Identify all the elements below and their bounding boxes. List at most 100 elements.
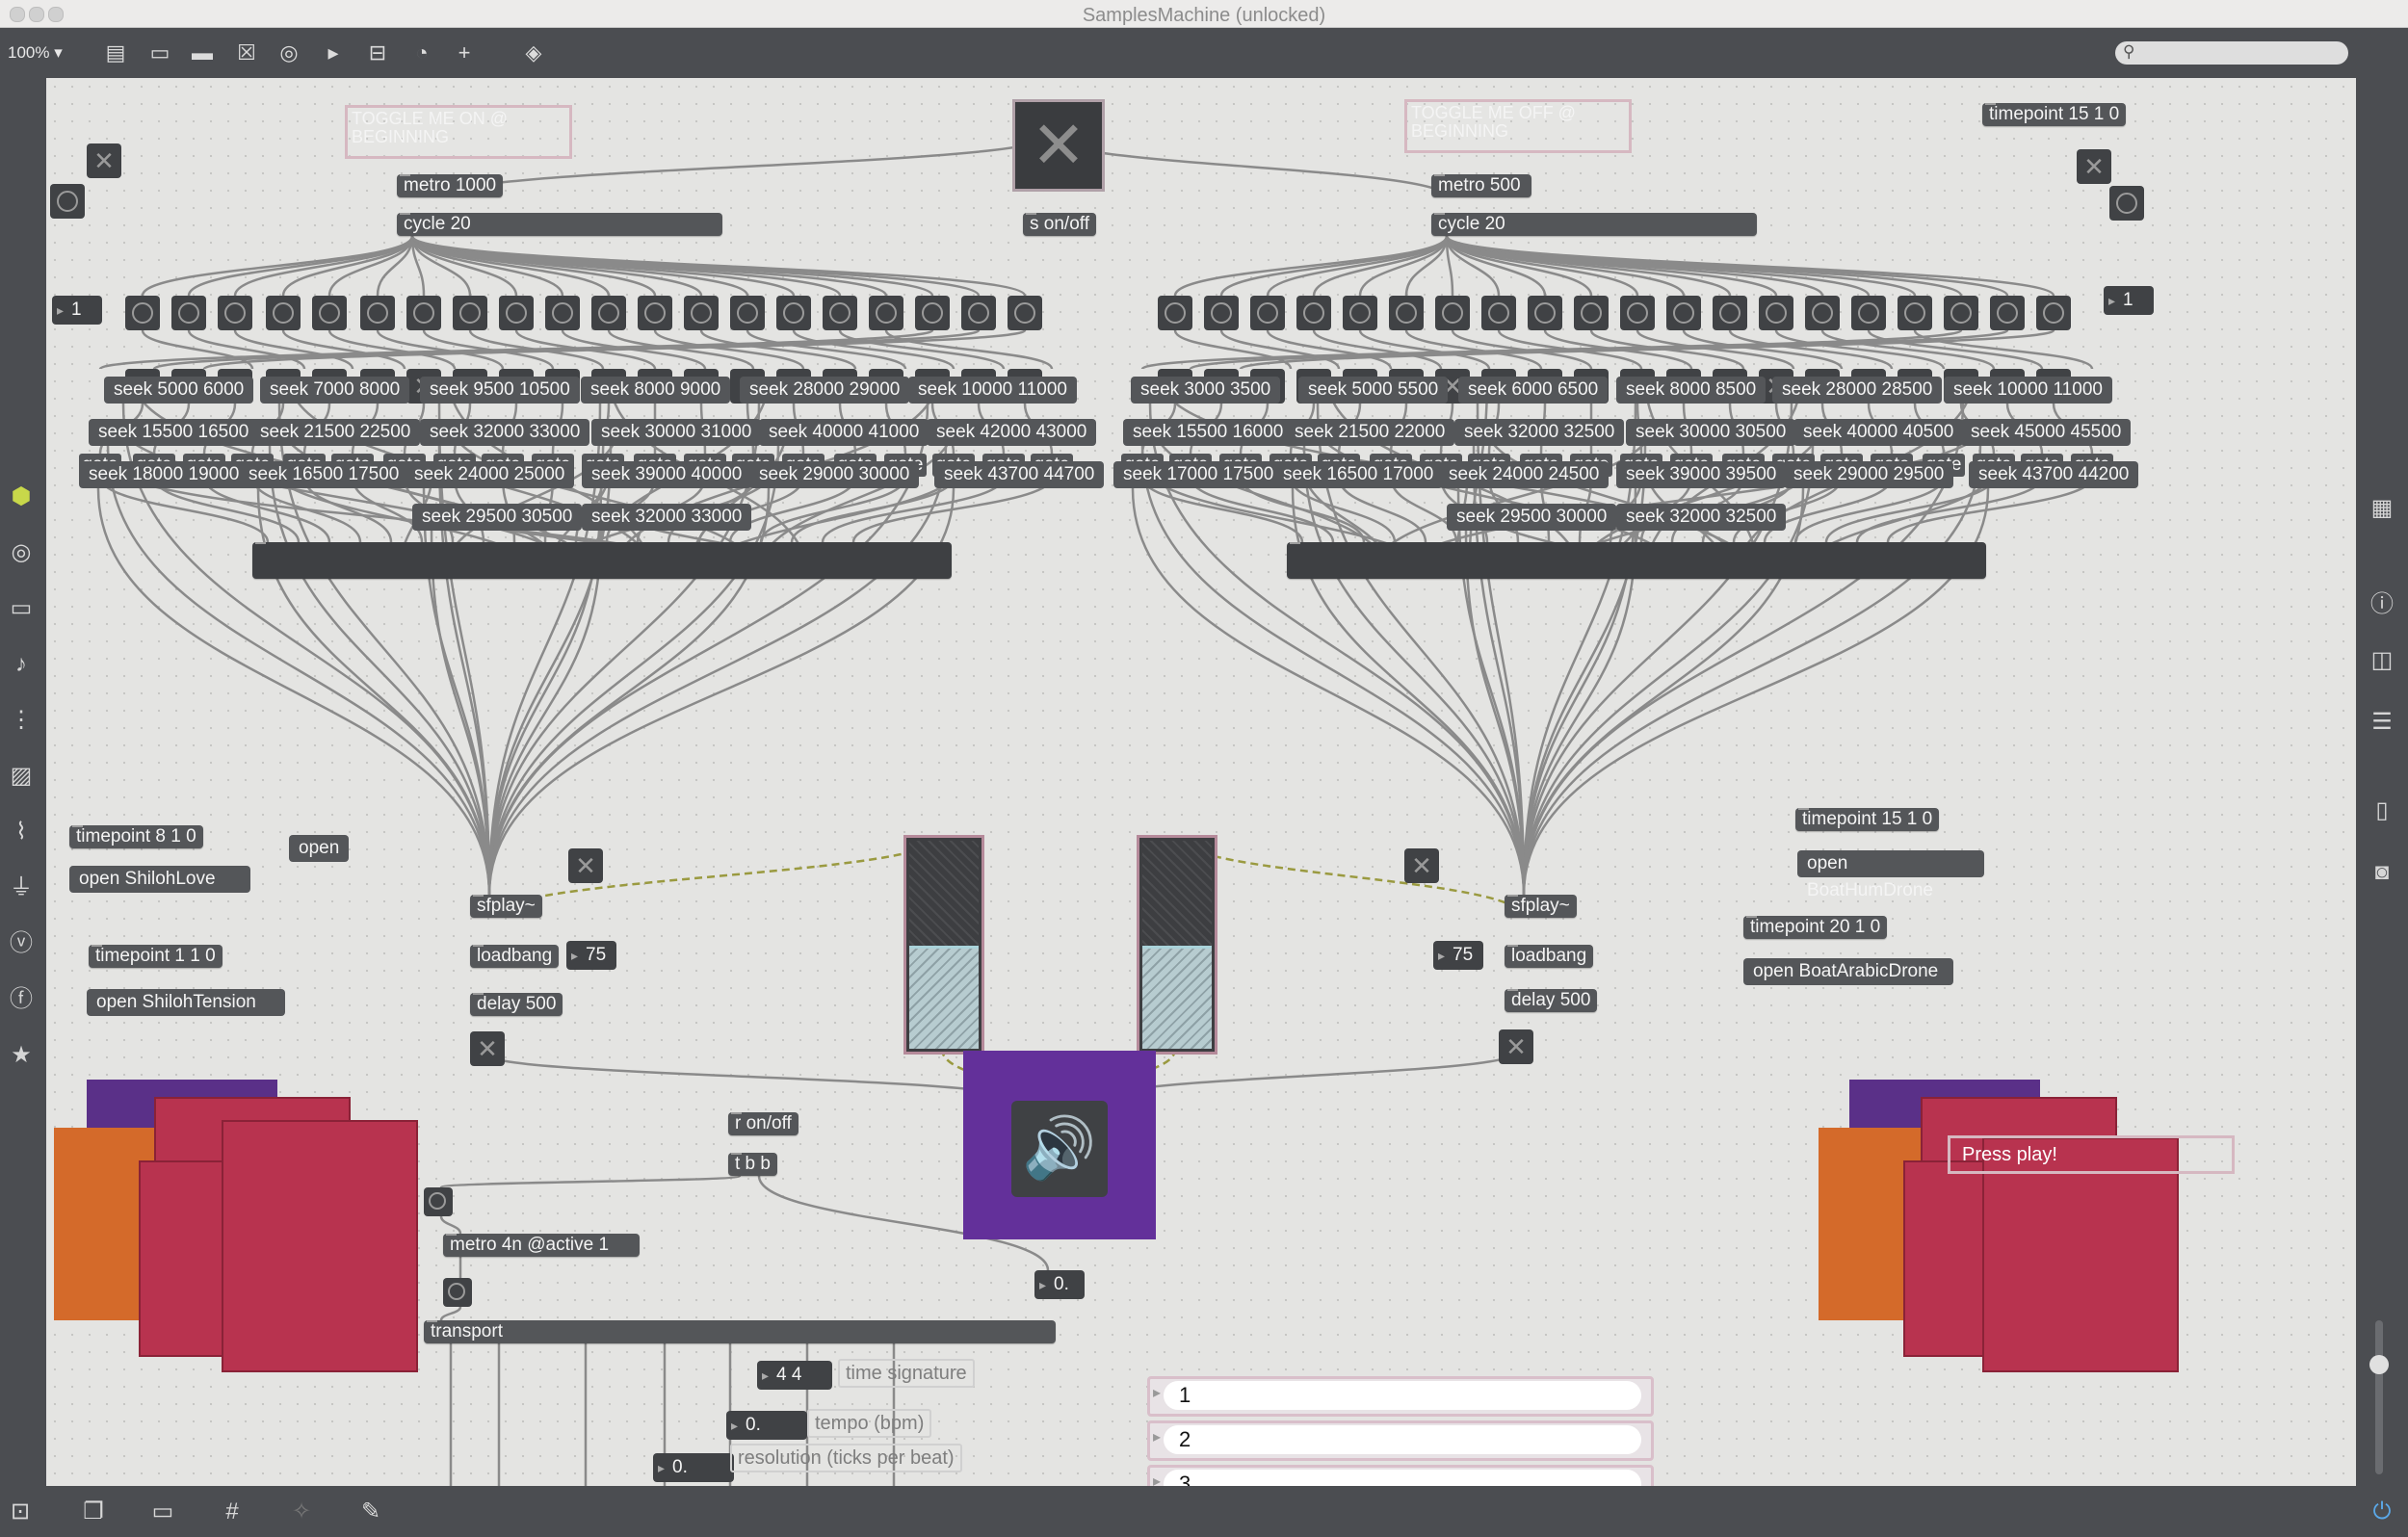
sfplay-right[interactable]: sfplay~ <box>1505 895 1577 918</box>
seek-left-20[interactable]: seek 32000 33000 <box>582 504 751 531</box>
t-b-b[interactable]: t b b <box>728 1153 777 1176</box>
music-note-icon[interactable]: ♪ <box>7 650 36 679</box>
r-onoff[interactable]: r on/off <box>728 1112 798 1135</box>
bang-left-3[interactable] <box>218 296 252 330</box>
gain-slider-right[interactable] <box>1137 835 1217 1055</box>
object-box-icon[interactable]: ▤ <box>102 40 129 65</box>
seek-right-16[interactable]: seek 39000 39500 <box>1616 461 1786 488</box>
package-icon[interactable]: ⬢ <box>7 482 36 511</box>
metro-left[interactable]: metro 1000 <box>397 174 503 197</box>
seek-right-2[interactable]: seek 5000 5500 <box>1298 377 1448 404</box>
seek-right-13[interactable]: seek 17000 17500 <box>1113 461 1283 488</box>
image-icon[interactable]: ▨ <box>7 762 36 791</box>
bang-right-19[interactable] <box>1990 296 2025 330</box>
bang-right-16[interactable] <box>1851 296 1886 330</box>
master-toggle[interactable] <box>1012 99 1105 192</box>
open-boatarabicdrone[interactable]: open BoatArabicDrone <box>1743 958 1953 985</box>
scroll-slider[interactable] <box>2375 1320 2383 1474</box>
camera-icon[interactable]: ◙ <box>2368 858 2396 887</box>
seek-right-3[interactable]: seek 6000 6500 <box>1458 377 1608 404</box>
bang-left-15[interactable] <box>776 296 811 330</box>
timepoint-1[interactable]: timepoint 1 1 0 <box>89 945 222 968</box>
toggle-delay-right[interactable] <box>1499 1029 1533 1064</box>
toggle-left-top[interactable] <box>87 143 121 178</box>
bang-right-11[interactable] <box>1620 296 1655 330</box>
f-icon[interactable]: ⓕ <box>7 985 36 1014</box>
slider-icon[interactable]: ⊟ <box>364 40 391 65</box>
seek-right-12[interactable]: seek 45000 45500 <box>1961 419 2131 446</box>
seek-left-2[interactable]: seek 7000 8000 <box>260 377 409 404</box>
seek-right-19[interactable]: seek 29500 30000 <box>1447 504 1616 531</box>
book-icon[interactable]: ▯ <box>2368 796 2396 825</box>
gain-slider-left[interactable] <box>903 835 984 1055</box>
bang-right-top[interactable] <box>2109 186 2144 221</box>
bang-left-19[interactable] <box>961 296 996 330</box>
bang-right-9[interactable] <box>1528 296 1562 330</box>
button-icon[interactable]: ◎ <box>275 40 302 65</box>
patcher-canvas[interactable]: TOGGLE ME ON @ BEGINNING TOGGLE ME OFF @… <box>46 78 2356 1486</box>
list-icon[interactable]: ☰ <box>2368 708 2396 737</box>
comment-icon[interactable]: ▬ <box>189 40 216 65</box>
seek-right-7[interactable]: seek 15500 16000 <box>1123 419 1293 446</box>
seek-left-11[interactable]: seek 40000 41000 <box>759 419 929 446</box>
split-view-icon[interactable]: ◫ <box>2368 646 2396 675</box>
bang-right-8[interactable] <box>1481 296 1516 330</box>
tempo-number[interactable]: 0. <box>726 1411 807 1440</box>
bang-left-top[interactable] <box>50 184 85 219</box>
v-icon[interactable]: ⓥ <box>7 929 36 958</box>
presentation-icon[interactable]: ▭ <box>148 1498 177 1526</box>
search-field[interactable]: ⚲ <box>2115 41 2348 65</box>
seek-left-19[interactable]: seek 29500 30500 <box>412 504 582 531</box>
seek-right-15[interactable]: seek 24000 24500 <box>1439 461 1609 488</box>
bang-left-16[interactable] <box>823 296 857 330</box>
resolution-number[interactable]: 0. <box>653 1453 734 1482</box>
wrench-icon[interactable]: ✎ <box>356 1498 385 1526</box>
bang-transport-1[interactable] <box>424 1187 453 1216</box>
seek-right-11[interactable]: seek 40000 40500 <box>1793 419 1963 446</box>
bang-left-1[interactable] <box>125 296 160 330</box>
seek-right-1[interactable]: seek 3000 3500 <box>1131 377 1280 404</box>
number-75-left[interactable]: 75 <box>566 941 616 970</box>
number-zero[interactable]: 0. <box>1034 1270 1085 1299</box>
seek-right-4[interactable]: seek 8000 8500 <box>1616 377 1766 404</box>
seek-left-9[interactable]: seek 32000 33000 <box>420 419 589 446</box>
seek-left-18[interactable]: seek 43700 44700 <box>934 461 1104 488</box>
transport-object[interactable]: transport <box>424 1320 1056 1343</box>
zoom-dropdown[interactable]: 100% ▾ <box>8 43 63 63</box>
bang-right-4[interactable] <box>1296 296 1331 330</box>
seek-right-17[interactable]: seek 29000 29500 <box>1784 461 1953 488</box>
toggle-icon[interactable]: ☒ <box>233 40 260 65</box>
seek-left-17[interactable]: seek 29000 30000 <box>749 461 919 488</box>
paint-bucket-icon[interactable]: ◈ <box>520 40 547 65</box>
seek-right-18[interactable]: seek 43700 44200 <box>1969 461 2138 488</box>
route-object-left[interactable] <box>252 542 952 579</box>
toggle-sfplay-right[interactable] <box>1404 848 1439 883</box>
bang-left-2[interactable] <box>171 296 206 330</box>
bang-right-17[interactable] <box>1898 296 1932 330</box>
cycle-right[interactable]: cycle 20 <box>1431 213 1757 236</box>
info-icon[interactable]: ⓘ <box>2368 590 2396 619</box>
seek-left-14[interactable]: seek 16500 17500 <box>239 461 408 488</box>
number-icon[interactable]: ▸ <box>320 40 347 65</box>
paperclip-icon[interactable]: ⌇ <box>7 818 36 847</box>
seek-right-9[interactable]: seek 32000 32500 <box>1454 419 1624 446</box>
open-shilohlove[interactable]: open ShilohLove <box>69 866 250 893</box>
lock-icon[interactable]: ⊡ <box>6 1498 35 1526</box>
bang-left-10[interactable] <box>545 296 580 330</box>
bang-right-13[interactable] <box>1713 296 1747 330</box>
timepoint-top-right[interactable]: timepoint 15 1 0 <box>1982 103 2126 126</box>
circle-icon[interactable]: ◎ <box>7 538 36 567</box>
plug-icon[interactable]: ⏚ <box>7 873 36 902</box>
timepoint-8[interactable]: timepoint 8 1 0 <box>69 825 203 848</box>
open-shilohtension[interactable]: open ShilohTension <box>87 989 285 1016</box>
wand-icon[interactable]: ✧ <box>287 1498 316 1526</box>
seek-right-14[interactable]: seek 16500 17000 <box>1273 461 1443 488</box>
bang-transport-2[interactable] <box>443 1278 472 1307</box>
open-boathumdrone[interactable]: open BoatHumDrone <box>1797 850 1984 877</box>
seek-left-12[interactable]: seek 42000 43000 <box>927 419 1096 446</box>
sfplay-left[interactable]: sfplay~ <box>470 895 542 918</box>
seek-left-6[interactable]: seek 10000 11000 <box>908 377 1077 404</box>
bang-right-6[interactable] <box>1389 296 1424 330</box>
open-button[interactable]: open <box>289 835 349 862</box>
bang-right-20[interactable] <box>2036 296 2071 330</box>
